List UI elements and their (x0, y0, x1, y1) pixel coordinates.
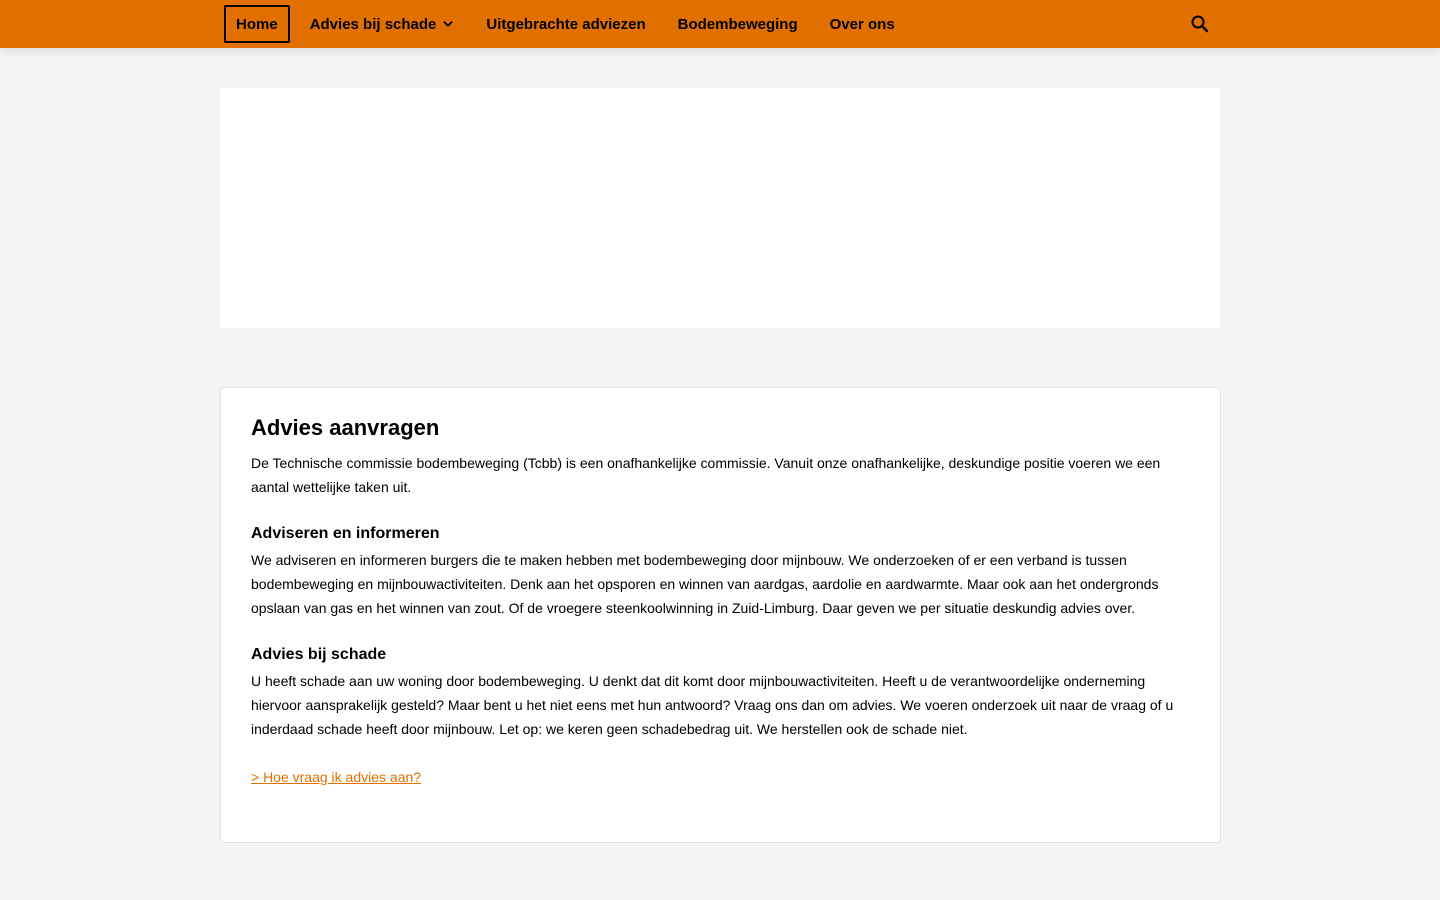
nav-item-bodembeweging[interactable]: Bodembeweging (666, 5, 810, 43)
how-to-request-advice-link[interactable]: > Hoe vraag ik advies aan? (251, 765, 421, 789)
section-text-adviseren: We adviseren en informeren burgers die t… (251, 552, 1159, 616)
nav-item-home[interactable]: Home (224, 5, 290, 43)
section-text-schade: U heeft schade aan uw woning door bodemb… (251, 673, 1174, 737)
main-menu: Home Advies bij schade Uitgebrachte advi… (224, 5, 907, 43)
nav-item-label: Uitgebrachte adviezen (486, 15, 646, 33)
search-icon (1191, 15, 1209, 33)
nav-item-over-ons[interactable]: Over ons (818, 5, 907, 43)
section-heading-adviseren: Adviseren en informeren (251, 525, 440, 542)
intro-paragraph: De Technische commissie bodembeweging (T… (251, 455, 1161, 495)
chevron-down-icon (444, 21, 453, 27)
nav-item-advies-bij-schade[interactable]: Advies bij schade (298, 5, 467, 43)
nav-item-label: Home (236, 15, 278, 33)
section-heading-schade: Advies bij schade (251, 646, 387, 663)
nav-item-label: Over ons (829, 15, 895, 33)
hero-banner (220, 88, 1220, 328)
nav-container: Home Advies bij schade Uitgebrachte advi… (220, 0, 1220, 48)
nav-item-label: Advies bij schade (309, 15, 437, 33)
search-button[interactable] (1188, 12, 1212, 36)
nav-item-uitgebrachte-adviezen[interactable]: Uitgebrachte adviezen (474, 5, 657, 43)
top-navigation-bar: Home Advies bij schade Uitgebrachte advi… (0, 0, 1440, 48)
content-card: Advies aanvragen De Technische commissie… (220, 387, 1221, 843)
page-title: Advies aanvragen (251, 415, 440, 440)
nav-item-label: Bodembeweging (677, 15, 798, 33)
